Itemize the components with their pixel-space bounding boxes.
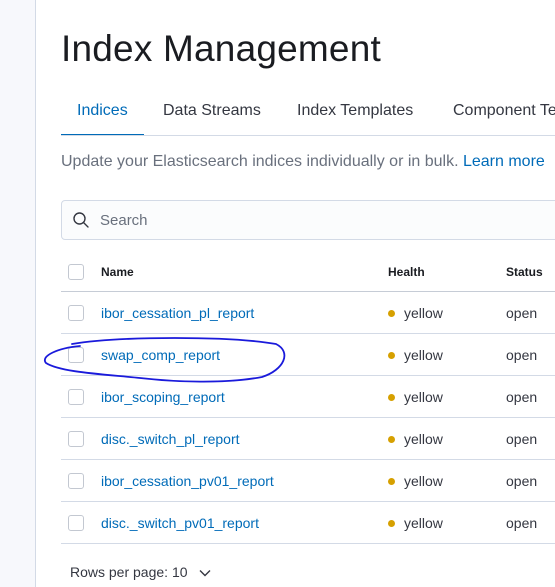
search-input[interactable] bbox=[100, 201, 555, 239]
row-checkbox[interactable] bbox=[68, 389, 84, 405]
health-cell: yellow bbox=[388, 376, 443, 418]
column-header-name[interactable]: Name bbox=[101, 250, 134, 294]
row-checkbox[interactable] bbox=[68, 515, 84, 531]
tab-bar: Indices Data Streams Index Templates Com… bbox=[61, 89, 555, 136]
health-cell: yellow bbox=[388, 460, 443, 502]
index-name-link[interactable]: ibor_scoping_report bbox=[101, 376, 225, 418]
indices-table: Name Health Status ibor_cessation_pl_rep… bbox=[61, 250, 555, 544]
description-text: Update your Elasticsearch indices indivi… bbox=[61, 153, 459, 170]
health-dot-icon bbox=[388, 310, 395, 317]
health-dot-icon bbox=[388, 394, 395, 401]
row-checkbox[interactable] bbox=[68, 473, 84, 489]
table-row: ibor_cessation_pl_report yellow open bbox=[61, 292, 555, 334]
search-icon bbox=[72, 211, 90, 229]
row-checkbox[interactable] bbox=[68, 305, 84, 321]
table-row: ibor_scoping_report yellow open bbox=[61, 376, 555, 418]
status-text: open bbox=[506, 347, 538, 363]
health-dot-icon bbox=[388, 436, 395, 443]
status-text: open bbox=[506, 473, 538, 489]
tab-data-streams[interactable]: Data Streams bbox=[163, 89, 261, 135]
health-cell: yellow bbox=[388, 502, 443, 544]
health-text: yellow bbox=[404, 305, 443, 321]
table-row: disc._switch_pv01_report yellow open bbox=[61, 502, 555, 544]
rows-per-page-button[interactable]: Rows per page: 10 bbox=[70, 564, 211, 580]
health-cell: yellow bbox=[388, 292, 443, 334]
index-name-link[interactable]: swap_comp_report bbox=[101, 334, 220, 376]
rows-per-page-label: Rows per page: 10 bbox=[70, 564, 188, 580]
health-dot-icon bbox=[388, 520, 395, 527]
left-nav-rail bbox=[0, 0, 36, 587]
table-body: ibor_cessation_pl_report yellow open swap_c… bbox=[61, 292, 555, 544]
health-cell: yellow bbox=[388, 418, 443, 460]
table-row: swap_comp_report yellow open bbox=[61, 334, 555, 376]
select-all-checkbox[interactable] bbox=[68, 264, 84, 280]
learn-more-link[interactable]: Learn more bbox=[463, 153, 545, 170]
index-name-link[interactable]: disc._switch_pv01_report bbox=[101, 502, 259, 544]
tab-index-templates[interactable]: Index Templates bbox=[297, 89, 413, 135]
index-name-link[interactable]: ibor_cessation_pv01_report bbox=[101, 460, 274, 502]
health-text: yellow bbox=[404, 347, 443, 363]
column-header-status[interactable]: Status bbox=[506, 250, 543, 294]
health-dot-icon bbox=[388, 352, 395, 359]
page-title: Index Management bbox=[61, 28, 381, 69]
status-text: open bbox=[506, 515, 538, 531]
page-description: Update your Elasticsearch indices indivi… bbox=[61, 153, 545, 171]
table-row: disc._switch_pl_report yellow open bbox=[61, 418, 555, 460]
search-bar[interactable] bbox=[61, 200, 555, 240]
column-header-health[interactable]: Health bbox=[388, 250, 425, 294]
status-text: open bbox=[506, 305, 538, 321]
health-text: yellow bbox=[404, 389, 443, 405]
index-name-link[interactable]: disc._switch_pl_report bbox=[101, 418, 240, 460]
index-name-link[interactable]: ibor_cessation_pl_report bbox=[101, 292, 254, 334]
chevron-down-icon bbox=[199, 564, 211, 577]
health-text: yellow bbox=[404, 431, 443, 447]
status-text: open bbox=[506, 431, 538, 447]
health-dot-icon bbox=[388, 478, 395, 485]
health-text: yellow bbox=[404, 515, 443, 531]
table-row: ibor_cessation_pv01_report yellow open bbox=[61, 460, 555, 502]
tab-indices[interactable]: Indices bbox=[61, 89, 144, 135]
status-text: open bbox=[506, 389, 538, 405]
tab-component-templates[interactable]: Component Templates bbox=[453, 89, 555, 135]
table-header-row: Name Health Status bbox=[61, 250, 555, 292]
health-text: yellow bbox=[404, 473, 443, 489]
health-cell: yellow bbox=[388, 334, 443, 376]
row-checkbox[interactable] bbox=[68, 431, 84, 447]
row-checkbox[interactable] bbox=[68, 347, 84, 363]
